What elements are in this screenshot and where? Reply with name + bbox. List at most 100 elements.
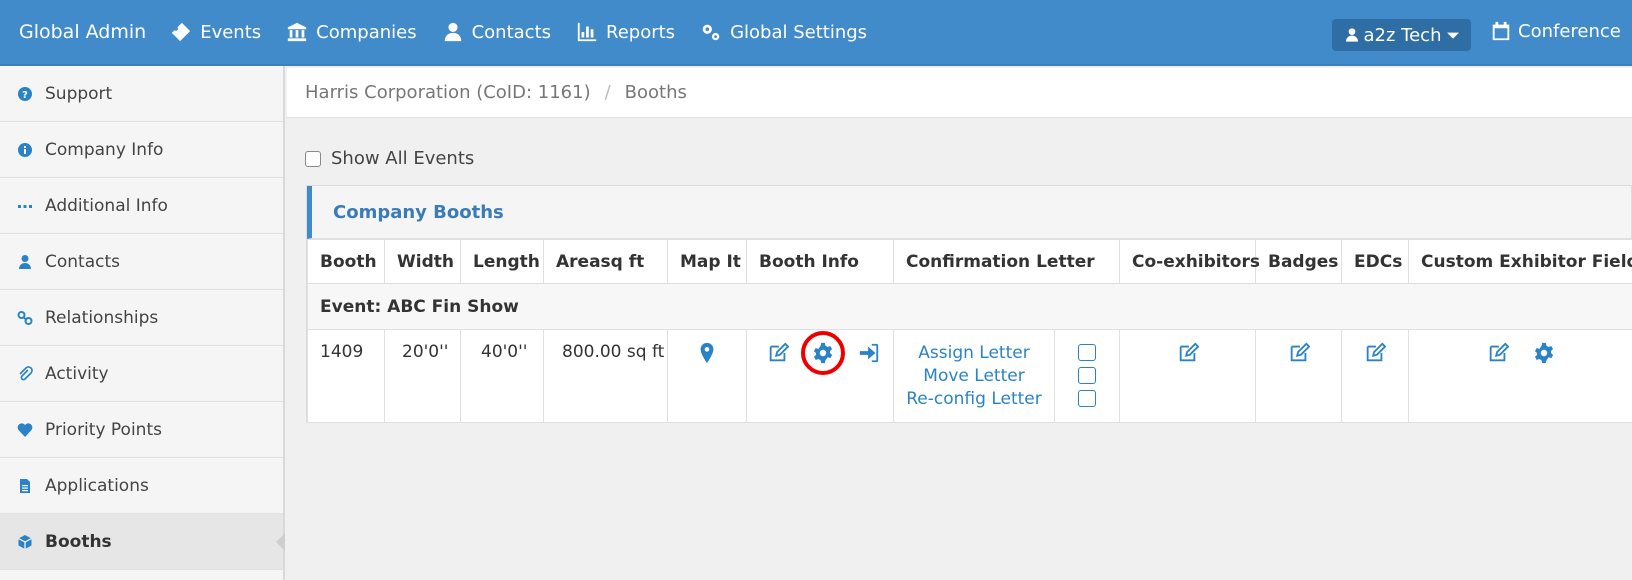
question-icon: ? [18,86,32,101]
breadcrumb-separator: / [604,82,611,103]
caret-down-icon [1447,32,1460,39]
nav-events[interactable]: Events [170,21,261,43]
document-icon [20,478,30,493]
sidebar-item-booths[interactable]: Booths [0,514,285,570]
edit-icon[interactable] [1487,342,1510,369]
show-all-events-label[interactable]: Show All Events [331,148,474,169]
nav-companies[interactable]: Companies [286,21,417,43]
nav-contacts[interactable]: Contacts [442,21,551,43]
map-marker-icon[interactable] [696,342,718,369]
column-header: EDCs [1341,239,1409,284]
nav-global-settings[interactable]: Global Settings [700,21,867,43]
user-menu-button[interactable]: a2z Tech [1332,19,1471,51]
reconfig-letter-checkbox[interactable] [1078,390,1096,407]
nav-reports[interactable]: Reports [576,21,675,43]
panel-title: Company Booths [307,186,1631,239]
column-header: Length [460,239,544,284]
gear-icon[interactable] [1533,342,1555,369]
letter-links: Assign Letter Move Letter Re-config Lett… [894,342,1054,422]
sidebar-item-label: Priority Points [45,419,162,440]
column-header: Co-exhibitors [1119,239,1260,284]
co-exhibitors-cell [1119,329,1256,423]
sidebar-item-activity[interactable]: Activity [0,346,283,402]
sidebar-item-label: Additional Info [45,195,168,216]
booth-number: 1409 [307,329,385,423]
column-header: Custom Exhibitor Fields [1408,239,1632,284]
column-header: Badges [1255,239,1342,284]
conference-label: Conference [1518,20,1621,42]
sign-in-icon[interactable] [858,342,880,369]
edit-icon[interactable] [1288,342,1310,369]
nav-contacts-label: Contacts [471,21,552,43]
show-all-events-checkbox[interactable] [305,150,321,167]
sidebar-item-applications[interactable]: Applications [0,458,283,514]
company-booths-panel: Company Booths Booth Width Length Areasq… [306,185,1632,423]
edit-icon[interactable] [1364,342,1387,369]
column-header: Map It [667,239,747,284]
sidebar-item-label: Support [45,83,113,104]
paperclip-icon [19,365,33,380]
sidebar-item-priority-points[interactable]: Priority Points [0,402,283,458]
sidebar-item-relationships[interactable]: Relationships [0,290,283,346]
event-group-row: Event: ABC Fin Show [307,283,1632,330]
event-label: Event: ABC Fin Show [307,283,1632,330]
nav-companies-label: Companies [316,21,417,43]
top-navbar: Global Admin Events Companies Contacts R… [0,0,1632,66]
breadcrumb-current: Booths [624,82,687,103]
cube-icon [18,534,32,549]
column-header: Width [384,239,461,284]
nav-global-settings-label: Global Settings [730,21,868,43]
assign-letter-checkbox[interactable] [1078,344,1096,361]
column-header: Areasq ft [543,239,668,284]
show-all-events-filter: Show All Events [305,148,474,169]
bank-icon [287,22,307,42]
column-header: Booth [307,239,385,284]
letter-checkboxes [1055,342,1119,422]
heart-icon [17,422,33,437]
ellipsis-icon [18,204,32,208]
booths-table: Booth Width Length Areasq ft Map It Boot… [307,239,1632,423]
sidebar-item-additional-info[interactable]: Additional Info [0,178,283,234]
badges-cell [1255,329,1342,423]
sidebar-item-label: Applications [45,475,149,496]
edit-icon[interactable] [1177,342,1199,369]
sidebar-item-label: Contacts [45,251,120,272]
breadcrumb-company[interactable]: Harris Corporation (CoID: 1161) [305,82,591,103]
brand-link[interactable]: Global Admin [19,21,146,43]
calendar-icon [1492,21,1510,41]
move-letter-checkbox[interactable] [1078,367,1096,384]
assign-letter-link[interactable]: Assign Letter [894,342,1054,365]
custom-fields-cell [1408,329,1632,423]
map-it-cell [667,329,747,423]
booth-length: 40'0'' [460,329,544,423]
link-icon [17,310,33,325]
booth-info-cell [746,329,894,423]
table-row: 1409 20'0'' 40'0'' 800.00 sq ft Assign L… [307,329,1632,423]
ticket-icon [172,22,191,42]
sidebar-item-label: Relationships [45,307,159,328]
booth-settings-gear-icon[interactable] [801,331,846,375]
user-icon [444,22,461,42]
table-header-row: Booth Width Length Areasq ft Map It Boot… [307,239,1632,284]
sidebar-item-label: Booths [45,531,112,552]
sidebar-item-label: Activity [45,363,109,384]
column-header: Confirmation Letter [893,239,1120,284]
breadcrumb: Harris Corporation (CoID: 1161) / Booths [287,68,1632,118]
booth-area: 800.00 sq ft [543,329,668,423]
edit-icon[interactable] [767,342,790,369]
sidebar-item-contacts[interactable]: Contacts [0,234,283,290]
nav-events-label: Events [200,21,262,43]
svg-text:?: ? [22,90,28,101]
move-letter-link[interactable]: Move Letter [894,365,1054,388]
gears-icon [702,24,720,41]
reconfig-letter-link[interactable]: Re-config Letter [894,388,1054,411]
conference-link[interactable]: Conference [1490,20,1621,42]
user-icon [1345,28,1358,42]
info-icon [18,142,32,157]
sidebar-item-company-info[interactable]: Company Info [0,122,283,178]
column-header: Booth Info [746,239,894,284]
sidebar-item-label: Company Info [45,139,164,160]
main-nav: Events Companies Contacts Reports Global… [170,21,892,43]
bar-chart-icon [577,22,597,42]
sidebar-item-support[interactable]: ? Support [0,66,283,122]
